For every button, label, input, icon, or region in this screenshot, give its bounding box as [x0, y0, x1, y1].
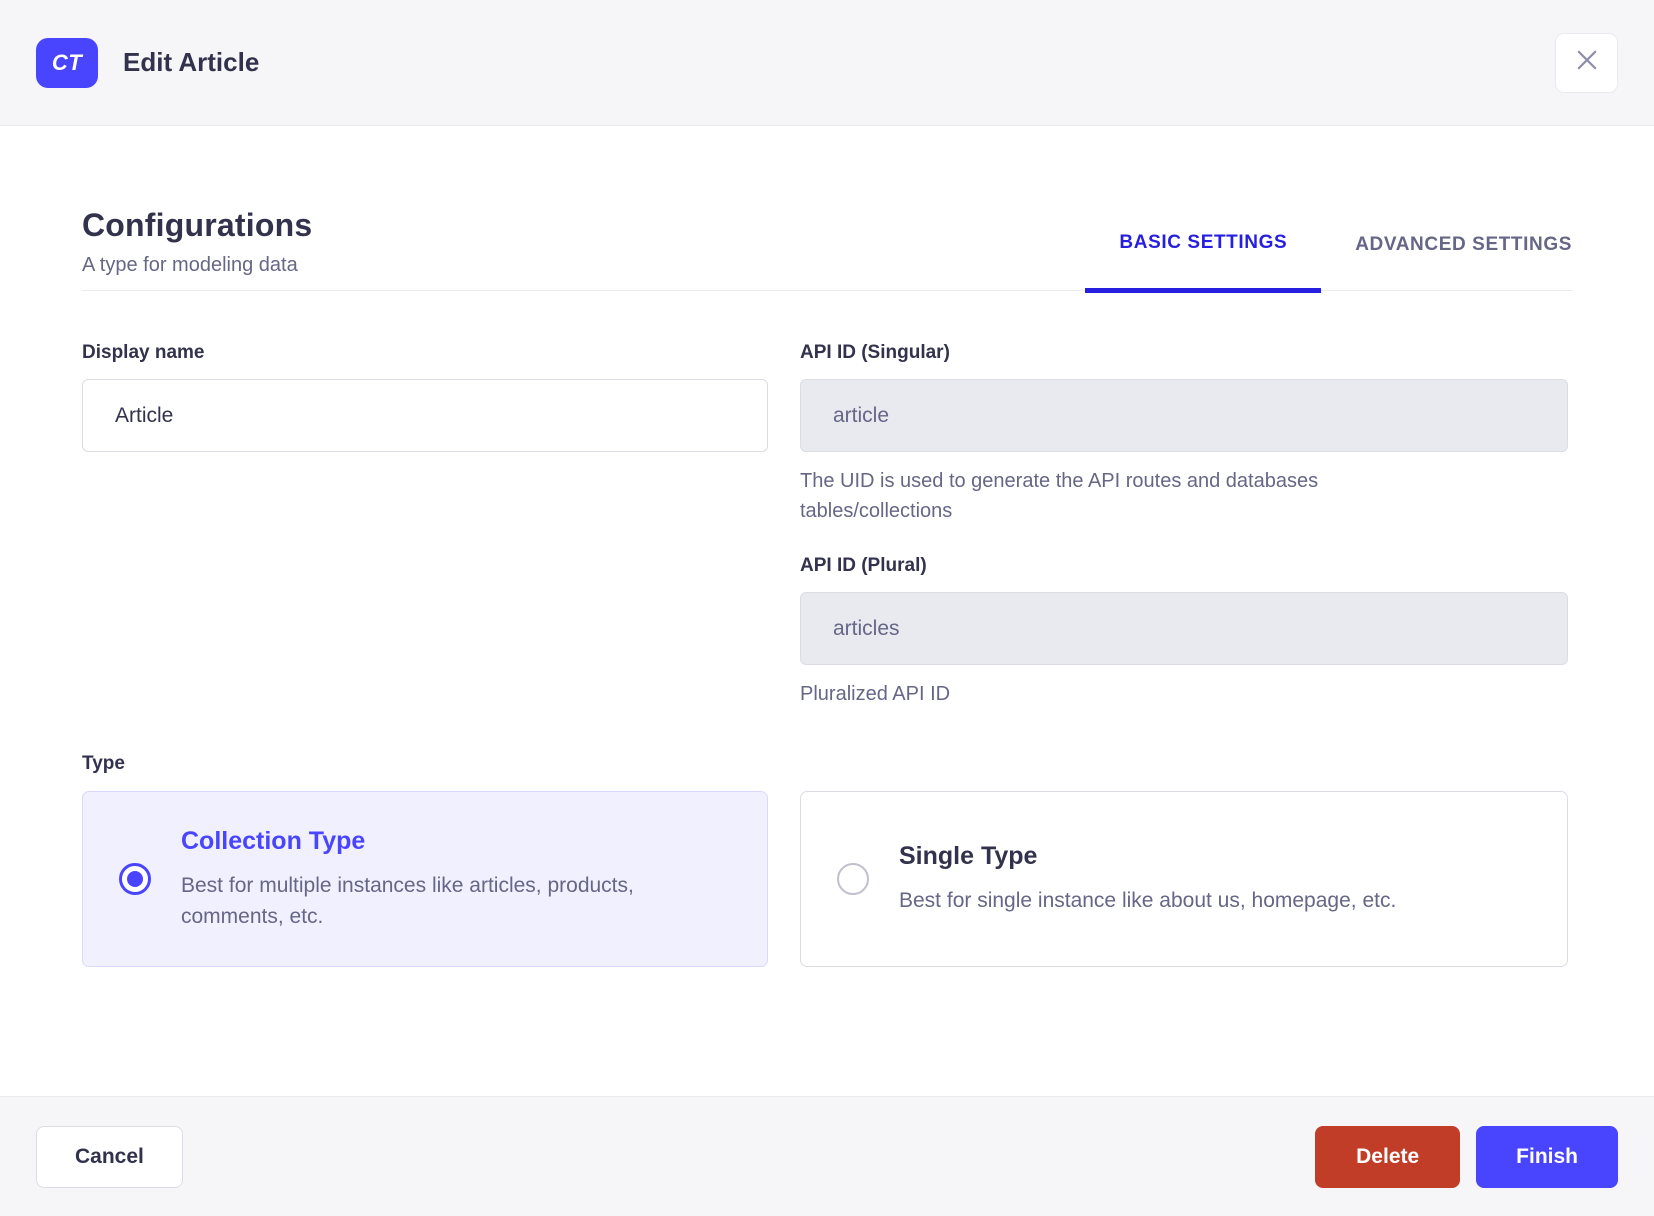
- collection-type-description: Best for multiple instances like article…: [181, 873, 634, 928]
- radio-selected-dot: [127, 871, 143, 887]
- close-button[interactable]: [1555, 32, 1618, 93]
- content-type-badge-label: CT: [51, 49, 83, 75]
- collection-type-text: Collection Type Best for multiple instan…: [181, 827, 721, 932]
- finish-button[interactable]: Finish: [1476, 1125, 1618, 1188]
- api-id-singular-label: API ID (Singular): [800, 342, 950, 363]
- type-label: Type: [82, 753, 125, 774]
- modal-footer: Cancel Delete Finish: [0, 1096, 1654, 1216]
- display-name-group: Display name: [82, 342, 768, 452]
- settings-tabs: BASIC SETTINGS ADVANCED SETTINGS: [1085, 232, 1572, 293]
- modal-header: CT Edit Article: [0, 0, 1654, 126]
- collection-type-radio[interactable]: [119, 863, 151, 895]
- display-name-label: Display name: [82, 342, 205, 363]
- config-titles: Configurations A type for modeling data: [82, 207, 312, 290]
- modal-title: Edit Article: [123, 47, 260, 77]
- single-type-text: Single Type Best for single instance lik…: [899, 842, 1396, 916]
- delete-button[interactable]: Delete: [1315, 1125, 1461, 1188]
- api-id-plural-input: [800, 592, 1568, 665]
- configuration-form: Display name API ID (Singular) The UID i…: [82, 342, 1572, 709]
- single-type-description: Best for single instance like about us, …: [899, 889, 1397, 912]
- single-type-option[interactable]: Single Type Best for single instance lik…: [800, 791, 1568, 967]
- type-options: Collection Type Best for multiple instan…: [82, 791, 1572, 967]
- tab-advanced-settings[interactable]: ADVANCED SETTINGS: [1321, 234, 1572, 290]
- tab-basic-settings[interactable]: BASIC SETTINGS: [1085, 232, 1322, 293]
- page-subtitle: A type for modeling data: [82, 254, 298, 276]
- single-type-radio[interactable]: [837, 863, 869, 895]
- api-id-plural-helper: Pluralized API ID: [800, 683, 951, 705]
- content-type-badge: CT: [36, 37, 98, 88]
- api-id-plural-group: API ID (Plural) Pluralized API ID: [800, 555, 1568, 709]
- api-id-singular-input: [800, 379, 1568, 452]
- single-type-title: Single Type: [899, 842, 1038, 870]
- api-id-plural-label: API ID (Plural): [800, 555, 927, 576]
- collection-type-title: Collection Type: [181, 826, 366, 855]
- api-id-singular-helper: The UID is used to generate the API rout…: [800, 470, 1319, 522]
- cancel-button[interactable]: Cancel: [36, 1125, 183, 1188]
- page-title: Configurations: [82, 207, 313, 243]
- display-name-input[interactable]: [82, 379, 768, 452]
- edit-article-modal: CT Edit Article Configurations A type fo…: [0, 0, 1654, 1216]
- config-header: Configurations A type for modeling data …: [82, 207, 1572, 293]
- api-id-singular-group: API ID (Singular) The UID is used to gen…: [800, 342, 1568, 526]
- modal-body: Configurations A type for modeling data …: [0, 126, 1654, 1096]
- display-name-column: Display name: [82, 342, 768, 709]
- close-icon: [1574, 47, 1600, 78]
- api-id-column: API ID (Singular) The UID is used to gen…: [800, 342, 1568, 709]
- collection-type-option[interactable]: Collection Type Best for multiple instan…: [82, 791, 768, 967]
